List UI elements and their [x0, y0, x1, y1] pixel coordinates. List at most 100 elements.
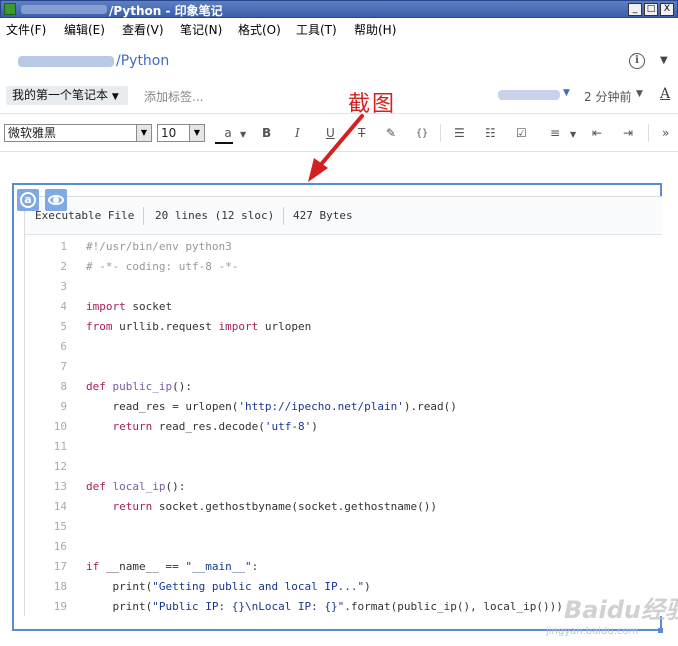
eye-pupil [53, 197, 59, 203]
menu-tools[interactable]: 工具(T) [296, 21, 337, 38]
evernote-app-icon [4, 3, 16, 15]
menu-view[interactable]: 查看(V) [122, 21, 164, 38]
chevron-down-icon: ▼ [111, 92, 119, 102]
line-code: from urllib.request import urlopen [86, 320, 312, 333]
menu-edit[interactable]: 编辑(E) [64, 21, 105, 38]
line-code: return read_res.decode('utf-8') [112, 420, 318, 433]
more-options-icon[interactable]: ▼ [660, 55, 668, 66]
maximize-button[interactable]: □ [644, 3, 658, 16]
baidu-watermark: Baidu经验 jingyan.baidu.com [546, 578, 678, 646]
tag-input[interactable]: 添加标签... [144, 88, 203, 105]
menu-format[interactable]: 格式(O) [238, 21, 281, 38]
line-code: return socket.gethostbyname(socket.getho… [112, 500, 438, 513]
close-button[interactable]: X [660, 3, 674, 16]
indent-button[interactable]: ⇥ [623, 126, 633, 140]
window-title: /Python - 印象笔记 [109, 4, 223, 18]
line-number: 15 [53, 520, 67, 533]
preview-badge[interactable] [45, 189, 67, 211]
code-line: 9 read_res = urlopen('http://ipecho.net/… [25, 397, 662, 417]
chevron-down-icon[interactable]: ▼ [189, 125, 204, 141]
font-settings-icon[interactable]: A [660, 86, 670, 102]
code-lines: 1 #!/usr/bin/env python3 2 # -*- coding: ut… [25, 237, 662, 616]
menu-help[interactable]: 帮助(H) [354, 21, 396, 38]
code-line: 14 return socket.gethostbyname(socket.ge… [25, 497, 662, 517]
code-line: 6 [25, 337, 662, 357]
line-number: 17 [53, 560, 67, 573]
code-line: 12 [25, 457, 662, 477]
code-line: 3 [25, 277, 662, 297]
align-chevron-icon[interactable]: ▼ [570, 130, 576, 139]
code-block: Executable File 20 lines (12 sloc) 427 B… [24, 196, 662, 616]
time-chevron-icon[interactable]: ▼ [636, 89, 643, 99]
line-code: if __name__ == "__main__": [86, 560, 259, 573]
line-number: 11 [53, 440, 67, 453]
checkbox-button[interactable]: ☑ [516, 126, 527, 140]
breadcrumb-path[interactable]: /Python [116, 53, 169, 69]
notebook-selector[interactable]: 我的第一个笔记本 ▼ [6, 86, 128, 105]
bulleted-list-button[interactable]: ☰ [454, 126, 465, 140]
watermark-main: Baidu经验 [564, 596, 678, 624]
line-number: 10 [53, 420, 67, 433]
font-color-chevron-icon[interactable]: ▼ [240, 130, 246, 139]
code-line: 7 [25, 357, 662, 377]
toolbar-separator [440, 124, 441, 142]
code-line: 17 if __name__ == "__main__": [25, 557, 662, 577]
line-code: print("Getting public and local IP...") [86, 580, 371, 593]
line-code: import socket [86, 300, 173, 313]
minimize-button[interactable]: _ [628, 3, 642, 16]
font-size-select[interactable]: 10 ▼ [157, 124, 205, 142]
font-size-value: 10 [161, 126, 177, 140]
code-line: 2 # -*- coding: utf-8 -*- [25, 257, 662, 277]
menu-file[interactable]: 文件(F) [6, 21, 46, 38]
meta-separator [143, 207, 144, 225]
user-redacted[interactable] [498, 90, 560, 100]
line-number: 14 [53, 500, 67, 513]
line-code: print("Public IP: {}\nLocal IP: {}".form… [86, 600, 563, 613]
font-color-swatch [215, 142, 233, 144]
font-color-button[interactable]: a [219, 126, 237, 140]
user-chevron-icon[interactable]: ▼ [563, 88, 570, 98]
annotation-arrow [308, 114, 364, 182]
code-block-header: Executable File 20 lines (12 sloc) 427 B… [25, 197, 662, 235]
chevron-down-icon[interactable]: ▼ [136, 125, 151, 141]
info-icon[interactable]: i [629, 53, 645, 69]
highlight-button[interactable]: ✎ [386, 126, 396, 140]
line-code: #!/usr/bin/env python3 [86, 240, 232, 253]
outdent-button[interactable]: ⇤ [592, 126, 602, 140]
line-number: 18 [53, 580, 67, 593]
line-code: # -*- coding: utf-8 -*- [86, 260, 239, 273]
line-number: 4 [60, 300, 67, 313]
line-number: 8 [60, 380, 67, 393]
line-number: 13 [53, 480, 67, 493]
line-number: 6 [60, 340, 67, 353]
code-line: 15 [25, 517, 662, 537]
title-bar: /Python - 印象笔记 _ □ X [0, 0, 678, 18]
code-line: 5 from urllib.request import urlopen [25, 317, 662, 337]
menu-note[interactable]: 笔记(N) [180, 21, 222, 38]
line-number: 12 [53, 460, 67, 473]
line-code: def local_ip(): [86, 480, 186, 493]
evernote-clip-badge[interactable]: a [17, 189, 39, 211]
code-block-button[interactable]: {} [416, 128, 428, 139]
numbered-list-button[interactable]: ☷ [485, 126, 496, 140]
font-family-value: 微软雅黑 [8, 126, 57, 140]
line-number: 9 [60, 400, 67, 413]
size-info: 427 Bytes [293, 209, 353, 222]
line-code: def public_ip(): [86, 380, 192, 393]
font-family-select[interactable]: 微软雅黑 ▼ [4, 124, 152, 142]
line-number: 19 [53, 600, 67, 613]
line-number: 1 [60, 240, 67, 253]
toolbar-separator [648, 124, 649, 142]
title-redacted [21, 5, 107, 14]
code-line: 8 def public_ip(): [25, 377, 662, 397]
line-number: 5 [60, 320, 67, 333]
align-button[interactable]: ≡ [550, 126, 560, 140]
breadcrumb-redacted[interactable] [18, 56, 114, 67]
code-line: 11 [25, 437, 662, 457]
code-line: 1 #!/usr/bin/env python3 [25, 237, 662, 257]
bold-button[interactable]: B [262, 126, 271, 140]
line-number: 2 [60, 260, 67, 273]
line-code: read_res = urlopen('http://ipecho.net/pl… [86, 400, 457, 413]
more-tools-button[interactable]: » [662, 126, 669, 140]
code-line: 16 [25, 537, 662, 557]
